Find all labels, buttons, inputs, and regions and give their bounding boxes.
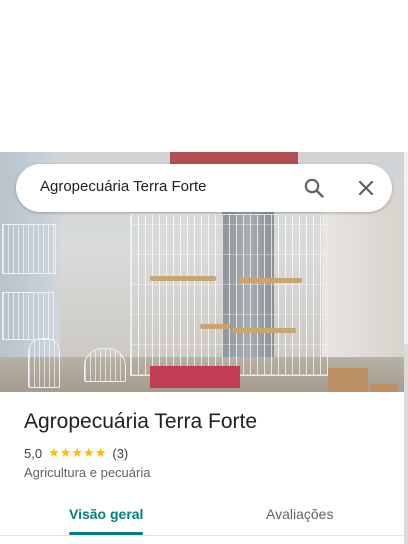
search-input[interactable]: Agropecuária Terra Forte (40, 178, 206, 195)
tab-reviews[interactable]: Avaliações (266, 506, 333, 522)
small-cage (28, 338, 60, 388)
star-rating-icon: ★★★★★ (48, 445, 107, 460)
close-icon[interactable] (354, 176, 378, 200)
cage-perch (200, 324, 230, 329)
rating-value: 5,0 (24, 445, 43, 461)
small-cage (2, 224, 56, 274)
search-bar[interactable]: Agropecuária Terra Forte (16, 164, 392, 212)
tab-overview[interactable]: Visão geral (69, 506, 143, 522)
tab-divider (0, 535, 408, 536)
review-count[interactable]: (3) (112, 446, 128, 461)
cardboard-box (328, 368, 368, 392)
cage-perch (232, 328, 296, 333)
rating-row[interactable]: 5,0 ★★★★★ (3) (24, 445, 128, 461)
cage-perch (238, 278, 302, 283)
scrollbar-thumb[interactable] (404, 344, 408, 544)
cage-perch (150, 276, 216, 281)
place-category[interactable]: Agricultura e pecuária (24, 465, 150, 480)
cage-base (150, 366, 240, 388)
search-icon[interactable] (302, 176, 326, 200)
cardboard-box (370, 384, 398, 392)
place-title: Agropecuária Terra Forte (24, 410, 258, 433)
small-cage (84, 348, 126, 382)
bird-cage (130, 214, 328, 376)
blank-top-area (0, 0, 408, 152)
small-cage (2, 292, 54, 340)
